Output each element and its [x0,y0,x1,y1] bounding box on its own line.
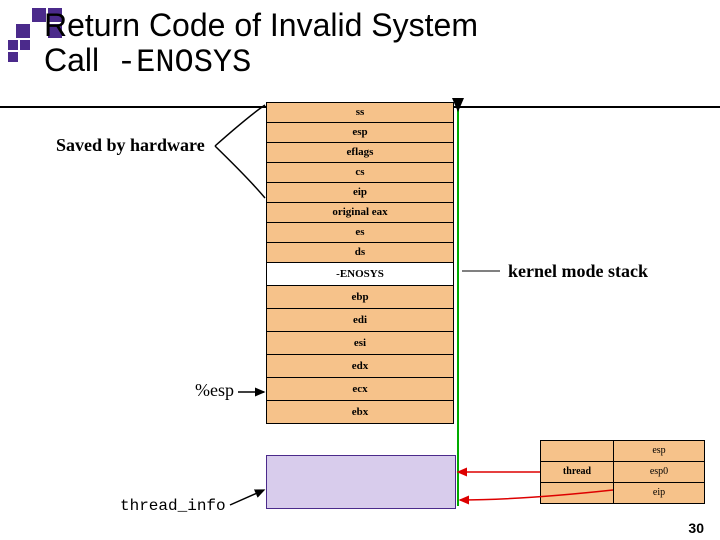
stack-row: ebp [266,286,454,309]
label-esp: %esp [195,380,234,401]
stack-row: edi [266,309,454,332]
stack-row: ds [266,243,454,263]
stack-row: edx [266,355,454,378]
stack-row: ecx [266,378,454,401]
mini-cell-thread: thread [541,462,613,482]
stack-row: eflags [266,143,454,163]
slide-title: Return Code of Invalid System Call -ENOS… [44,8,478,80]
stack-row: eip [266,183,454,203]
title-line1: Return Code of Invalid System [44,7,478,43]
thread-info-box [266,455,456,509]
stack-row: ss [266,102,454,123]
stack-row-enosys: -ENOSYS [266,263,454,286]
stack-row: ebx [266,401,454,424]
mini-cell: esp0 [614,462,704,482]
mini-cell: eip [614,483,704,503]
page-number: 30 [688,520,704,536]
label-kernel-stack: kernel mode stack [508,261,648,282]
mini-cell: esp [614,441,704,461]
stack-row: original eax [266,203,454,223]
title-line2-a: Call [44,42,99,78]
stack-row: esi [266,332,454,355]
stack-row: cs [266,163,454,183]
title-code: -ENOSYS [117,44,251,81]
tss-mini-table: esp thread esp0 eip [540,440,705,504]
label-saved-by-hardware: Saved by hardware [56,135,205,156]
stack-row: es [266,223,454,243]
stack-diagram: ss esp eflags cs eip original eax es ds … [266,102,454,424]
stack-row: esp [266,123,454,143]
label-thread-info: thread_info [120,497,226,515]
